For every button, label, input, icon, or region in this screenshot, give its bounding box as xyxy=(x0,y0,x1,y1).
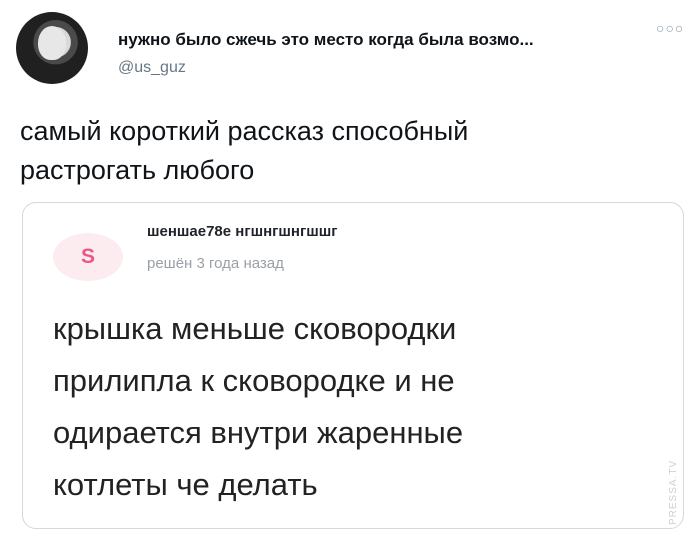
avatar[interactable] xyxy=(16,12,88,84)
tweet-header: нужно было сжечь это место когда была во… xyxy=(16,12,684,84)
watermark: PRESSA.TV xyxy=(668,459,679,525)
tweet-text-line: самый короткий рассказ способный xyxy=(20,116,469,146)
quoted-body-line: прилипла к сковородке и не xyxy=(53,363,455,398)
quoted-body-line: крышка меньше сковородки xyxy=(53,311,457,346)
quoted-timestamp: решён 3 года назад xyxy=(147,255,284,272)
quoted-body-line: одирается внутри жаренные xyxy=(53,415,464,450)
display-name[interactable]: нужно было сжечь это место когда была во… xyxy=(118,30,638,50)
quoted-author-name: шеншае78е нгшнгшнгшшг xyxy=(147,223,338,240)
quoted-post-card[interactable]: S шеншае78е нгшнгшнгшшг решён 3 года наз… xyxy=(22,202,684,529)
quoted-post-body: крышка меньше сковородки прилипла к сков… xyxy=(53,303,673,511)
quoted-avatar: S xyxy=(53,233,123,281)
quoted-body-line: котлеты че делать xyxy=(53,467,318,502)
tweet-text: самый короткий рассказ способный растрог… xyxy=(20,112,640,190)
tweet-text-line: растрогать любого xyxy=(20,155,255,185)
more-icon[interactable]: ○○○ xyxy=(656,20,684,36)
handle[interactable]: @us_guz xyxy=(118,59,186,77)
